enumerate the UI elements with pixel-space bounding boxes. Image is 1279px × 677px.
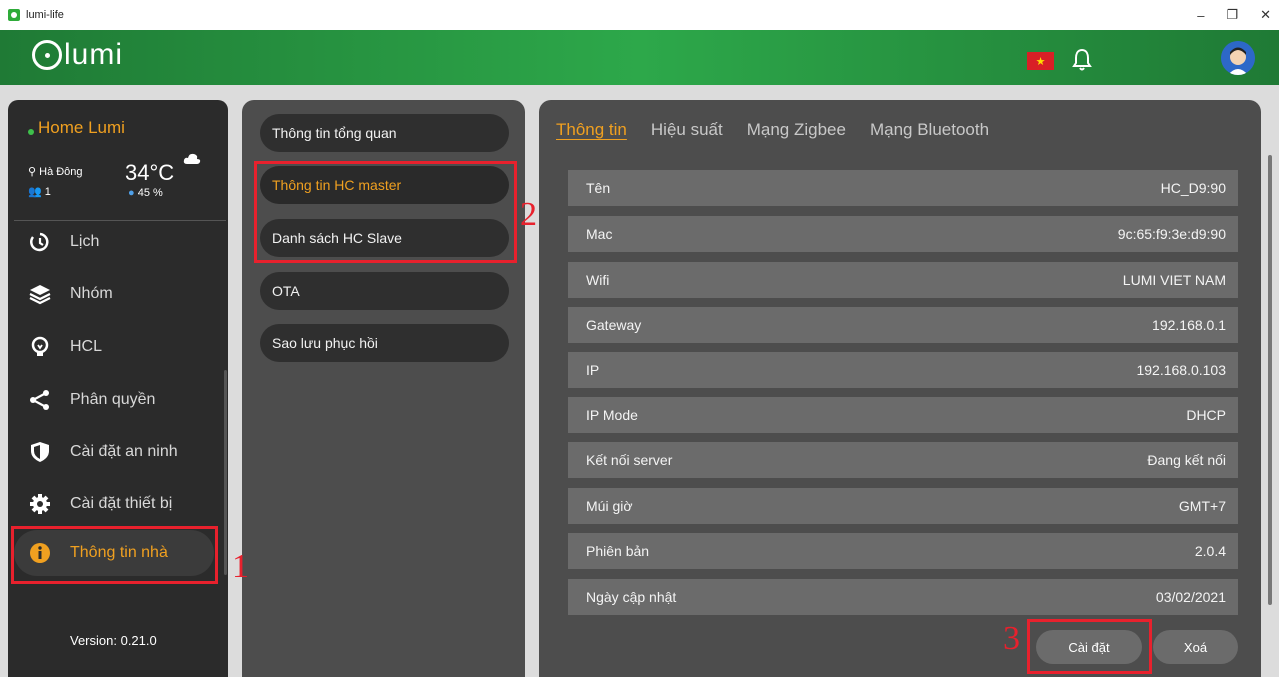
row-value: 03/02/2021 (1155, 589, 1226, 605)
row-label: Phiên bản (586, 543, 650, 559)
menu-item-backup-restore[interactable]: Sao lưu phục hồi (260, 324, 509, 362)
home-location: ⚲ Hà Đông (28, 166, 83, 178)
row-value: LUMI VIET NAM (1122, 272, 1226, 288)
temperature: 34°C (125, 160, 175, 185)
info-row-name: Tên HC_D9:90 (568, 170, 1238, 206)
annotation-box-2 (254, 161, 517, 263)
info-row-mac: Mac 9c:65:f9:3e:d9:90 (568, 216, 1238, 252)
row-value: 9c:65:f9:3e:d9:90 (1117, 226, 1226, 242)
home-name[interactable]: Home Lumi (28, 118, 125, 138)
vietnam-flag-icon[interactable]: ★ (1027, 52, 1054, 70)
row-label: Ngày cập nhật (586, 589, 677, 605)
row-label: IP (586, 362, 600, 378)
share-icon (28, 388, 52, 412)
info-row-wifi: Wifi LUMI VIET NAM (568, 262, 1238, 298)
sidebar-item-label: Phân quyền (70, 391, 156, 408)
tab-performance[interactable]: Hiệu suất (651, 120, 723, 140)
sidebar-item-schedule[interactable]: Lịch (14, 219, 214, 265)
info-row-ip: IP 192.168.0.103 (568, 352, 1238, 388)
location-pin-icon: ⚲ (28, 166, 37, 178)
annotation-box-3 (1027, 619, 1152, 674)
menu-item-ota[interactable]: OTA (260, 272, 509, 310)
info-row-update-date: Ngày cập nhật 03/02/2021 (568, 579, 1238, 615)
sidebar-item-label: Nhóm (70, 285, 113, 302)
annotation-number-3: 3 (1003, 620, 1020, 657)
window-title: lumi-life (26, 9, 64, 21)
minimize-button[interactable]: – (1197, 8, 1204, 23)
app-version: Version: 0.21.0 (70, 633, 157, 648)
info-row-timezone: Múi giờ GMT+7 (568, 488, 1238, 524)
row-value: HC_D9:90 (1160, 180, 1226, 196)
window-titlebar: lumi-life – ❐ ✕ (0, 0, 1279, 30)
row-label: Mac (586, 226, 613, 242)
delete-button[interactable]: Xoá (1153, 630, 1238, 664)
tab-zigbee-network[interactable]: Mạng Zigbee (747, 120, 846, 140)
humidity: ● 45 % (128, 187, 163, 199)
menu-item-overview[interactable]: Thông tin tổng quan (260, 114, 509, 152)
row-label: Gateway (586, 317, 642, 333)
water-drop-icon: ● (128, 187, 135, 199)
cloud-icon (183, 152, 201, 164)
row-value: DHCP (1186, 407, 1226, 423)
logo-wordmark: lumi (64, 38, 124, 71)
row-label: IP Mode (586, 407, 638, 423)
maximize-button[interactable]: ❐ (1226, 7, 1238, 23)
app-header: lumi ★ (0, 30, 1279, 85)
sidebar-item-device-settings[interactable]: Cài đặt thiết bị (14, 481, 214, 527)
app-icon (8, 9, 20, 21)
shield-icon (28, 440, 52, 464)
user-avatar[interactable] (1221, 41, 1255, 75)
row-label: Múi giờ (586, 498, 633, 514)
row-label: Tên (586, 180, 611, 196)
bulb-icon (28, 335, 52, 359)
logo-ring-icon (32, 40, 62, 70)
info-scrollbar[interactable] (1268, 155, 1272, 605)
info-row-server-connection: Kết nối server Đang kết nối (568, 442, 1238, 478)
row-value: GMT+7 (1178, 498, 1226, 514)
row-value: Đang kết nối (1147, 452, 1226, 468)
sidebar-item-groups[interactable]: Nhóm (14, 271, 214, 317)
annotation-number-2: 2 (520, 196, 537, 233)
info-row-ip-mode: IP Mode DHCP (568, 397, 1238, 433)
lumi-logo: lumi (32, 40, 123, 70)
info-row-gateway: Gateway 192.168.0.1 (568, 307, 1238, 343)
users-icon: 👥 (28, 186, 42, 198)
sidebar-item-security[interactable]: Cài đặt an ninh (14, 429, 214, 475)
row-value: 192.168.0.103 (1136, 362, 1226, 378)
gear-icon (28, 492, 52, 516)
row-label: Wifi (586, 272, 610, 288)
clock-icon (28, 230, 52, 254)
flag-star: ★ (1035, 55, 1046, 68)
close-button[interactable]: ✕ (1260, 7, 1271, 23)
home-members: 👥 1 (28, 186, 51, 198)
info-tabs: Thông tin Hiệu suất Mạng Zigbee Mạng Blu… (556, 120, 989, 140)
sidebar-scrollbar[interactable] (224, 370, 227, 575)
tab-bluetooth-network[interactable]: Mạng Bluetooth (870, 120, 989, 140)
sidebar-item-hcl[interactable]: HCL (14, 324, 214, 370)
window-controls: – ❐ ✕ (1197, 0, 1271, 30)
sidebar-item-permissions[interactable]: Phân quyền (14, 377, 214, 423)
row-label: Kết nối server (586, 452, 673, 468)
info-row-version: Phiên bản 2.0.4 (568, 533, 1238, 569)
row-value: 192.168.0.1 (1152, 317, 1226, 333)
sidebar-item-label: Cài đặt an ninh (70, 443, 178, 460)
sidebar-item-label: HCL (70, 338, 103, 355)
row-value: 2.0.4 (1194, 543, 1226, 559)
layers-icon (28, 282, 52, 306)
sidebar-item-label: Lịch (70, 233, 100, 250)
annotation-number-1: 1 (232, 548, 249, 585)
sidebar-item-label: Cài đặt thiết bị (70, 495, 173, 512)
annotation-box-1 (11, 526, 218, 584)
bell-icon[interactable] (1070, 47, 1094, 73)
tab-info[interactable]: Thông tin (556, 120, 627, 140)
